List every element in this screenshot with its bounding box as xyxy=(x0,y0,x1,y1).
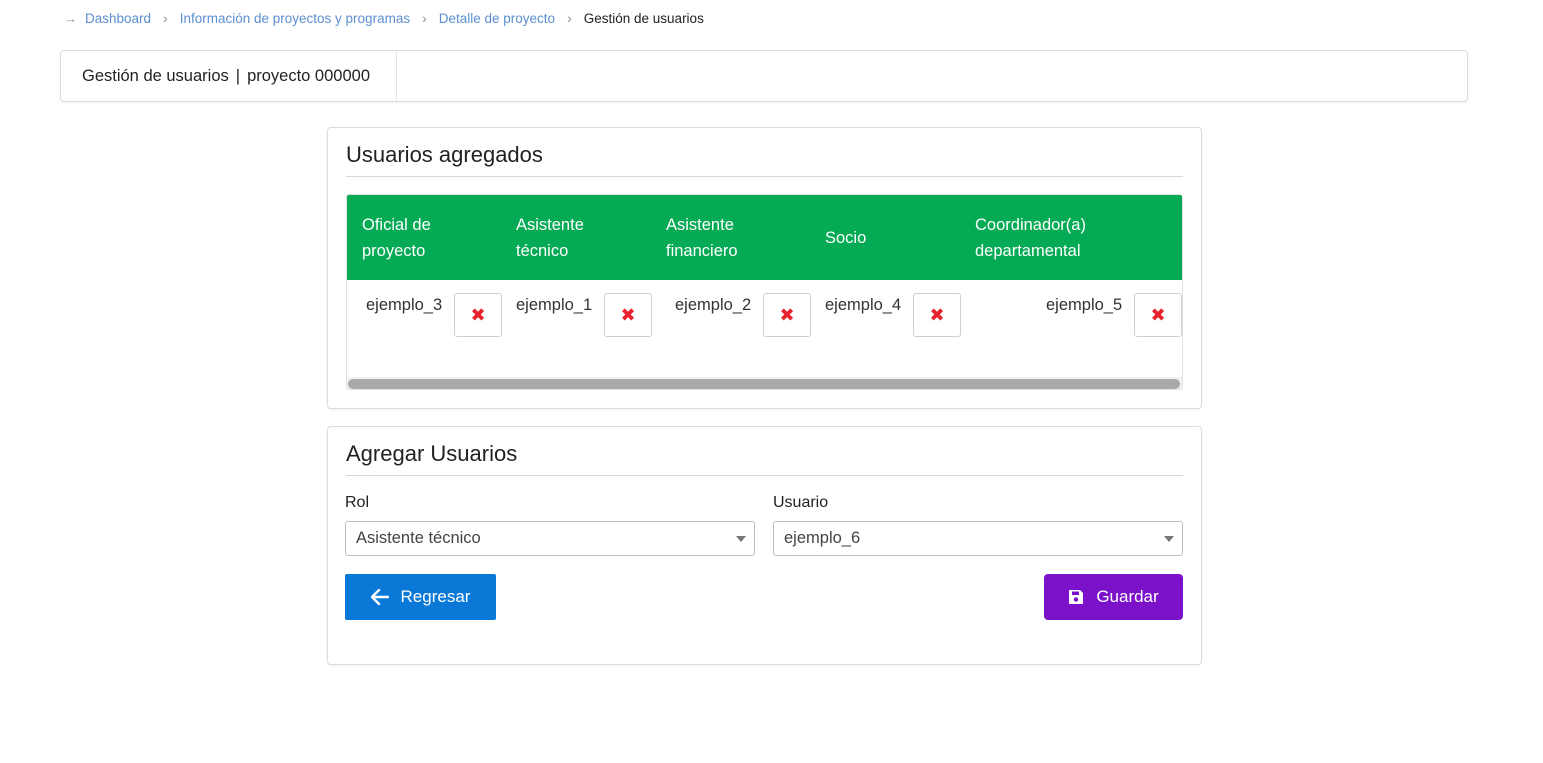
header-line: Socio xyxy=(825,228,867,247)
chevron-right-icon: › xyxy=(163,10,168,26)
add-users-heading: Agregar Usuarios xyxy=(346,441,1183,476)
column-header-oficial-proyecto: Oficial de proyecto xyxy=(362,195,431,280)
user-cell-asistente-financiero: ejemplo_2 xyxy=(675,296,752,314)
page-title-bar: Gestión de usuarios | proyecto 000000 xyxy=(60,50,1468,102)
save-icon xyxy=(1068,589,1084,605)
role-select[interactable]: Asistente técnico xyxy=(345,521,755,556)
header-line: Oficial de xyxy=(362,215,431,234)
header-line: Coordinador(a) xyxy=(975,215,1086,234)
horizontal-scrollbar[interactable] xyxy=(347,377,1182,389)
close-icon: ✖ xyxy=(1150,304,1166,325)
column-header-asistente-tecnico: Asistente técnico xyxy=(516,195,584,280)
added-users-card: Usuarios agregados Oficial de proyecto As… xyxy=(327,127,1202,409)
column-header-socio: Socio xyxy=(825,195,866,280)
breadcrumb: → Dashboard › Información de proyectos y… xyxy=(64,9,704,27)
page-title: Gestión de usuarios | proyecto 000000 xyxy=(61,51,397,101)
header-line: proyecto xyxy=(362,241,426,260)
breadcrumb-current: Gestión de usuarios xyxy=(583,10,704,26)
save-button[interactable]: Guardar xyxy=(1044,574,1183,620)
header-line: Asistente xyxy=(516,215,584,234)
scrollbar-thumb[interactable] xyxy=(348,379,1180,389)
arrow-right-icon: → xyxy=(64,10,77,26)
role-select-value: Asistente técnico xyxy=(356,529,481,547)
add-users-card: Agregar Usuarios Rol Asistente técnico U… xyxy=(327,426,1202,665)
page-title-separator: | xyxy=(235,66,241,85)
header-line: financiero xyxy=(666,241,738,260)
remove-user-button[interactable]: ✖ xyxy=(454,293,502,337)
column-header-asistente-financiero: Asistente financiero xyxy=(666,195,738,280)
header-line: departamental xyxy=(975,241,1081,260)
close-icon: ✖ xyxy=(929,304,945,325)
user-select-value: ejemplo_6 xyxy=(784,529,861,547)
users-table: Oficial de proyecto Asistente técnico Asis… xyxy=(346,194,1183,390)
back-button[interactable]: Regresar xyxy=(345,574,496,620)
breadcrumb-link-project-detail[interactable]: Detalle de proyecto xyxy=(439,11,555,26)
remove-user-button[interactable]: ✖ xyxy=(763,293,811,337)
close-icon: ✖ xyxy=(779,304,795,325)
users-table-header: Oficial de proyecto Asistente técnico Asis… xyxy=(347,195,1182,280)
chevron-down-icon xyxy=(736,536,746,542)
page-title-project: proyecto 000000 xyxy=(247,66,370,85)
chevron-right-icon: › xyxy=(567,10,572,26)
arrow-left-icon xyxy=(370,589,389,605)
close-icon: ✖ xyxy=(470,304,486,325)
header-line: Asistente xyxy=(666,215,734,234)
chevron-right-icon: › xyxy=(422,10,427,26)
page-title-section: Gestión de usuarios xyxy=(82,66,229,85)
header-line: técnico xyxy=(516,241,569,260)
user-label: Usuario xyxy=(773,494,829,511)
role-label: Rol xyxy=(345,494,370,511)
breadcrumb-link-project-info[interactable]: Información de proyectos y programas xyxy=(180,11,410,26)
user-cell-asistente-tecnico: ejemplo_1 xyxy=(516,296,593,314)
user-cell-coordinador-departamental: ejemplo_5 xyxy=(1046,296,1123,314)
added-users-heading: Usuarios agregados xyxy=(346,142,1183,177)
close-icon: ✖ xyxy=(620,304,636,325)
user-cell-oficial-proyecto: ejemplo_3 xyxy=(366,296,443,314)
save-button-label: Guardar xyxy=(1096,587,1159,606)
user-cell-socio: ejemplo_4 xyxy=(825,296,902,314)
user-select[interactable]: ejemplo_6 xyxy=(773,521,1183,556)
chevron-down-icon xyxy=(1164,536,1174,542)
remove-user-button[interactable]: ✖ xyxy=(1134,293,1182,337)
back-button-label: Regresar xyxy=(400,587,471,606)
column-header-coordinador-departamental: Coordinador(a) departamental xyxy=(975,195,1086,280)
remove-user-button[interactable]: ✖ xyxy=(604,293,652,337)
breadcrumb-link-dashboard[interactable]: Dashboard xyxy=(85,11,151,26)
remove-user-button[interactable]: ✖ xyxy=(913,293,961,337)
